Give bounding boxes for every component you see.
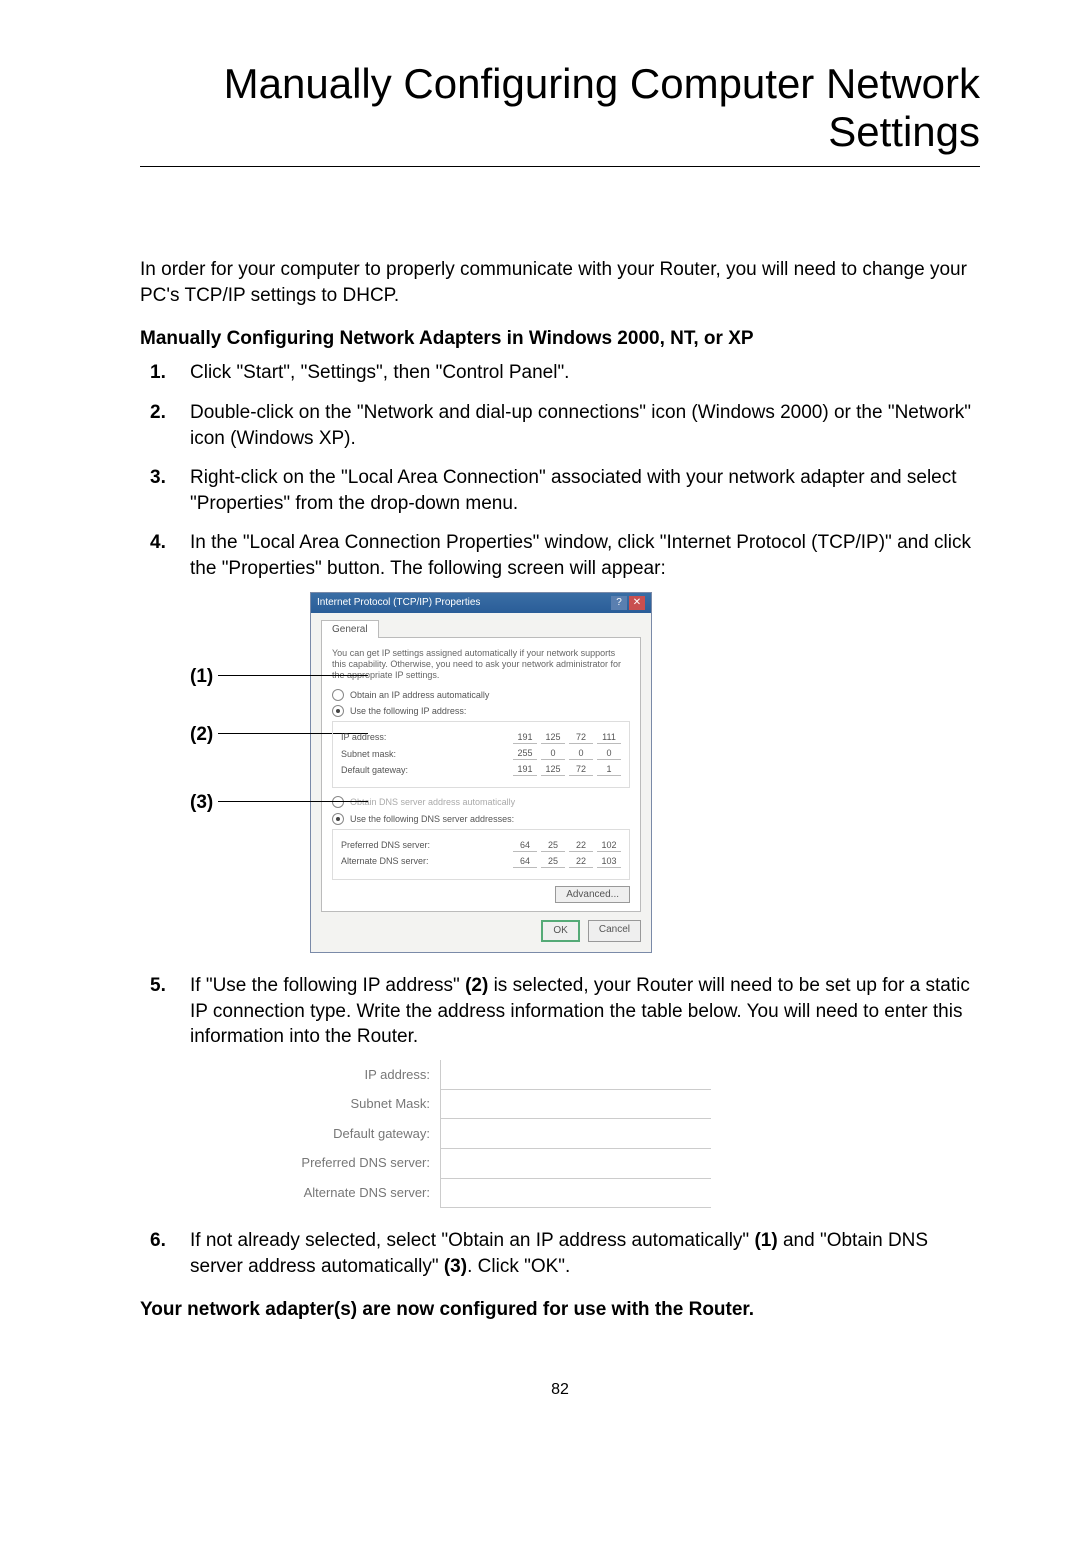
- radio-use-dns-label: Use the following DNS server addresses:: [350, 813, 514, 825]
- dns-group: Preferred DNS server: 64 25 22 102: [332, 829, 630, 880]
- table-row: Alternate DNS server:: [240, 1178, 711, 1208]
- preferred-dns-row-label: Preferred DNS server:: [240, 1148, 441, 1178]
- ip-address-input[interactable]: 191 125 72 111: [513, 731, 621, 744]
- tab-general[interactable]: General: [321, 620, 379, 639]
- table-row: IP address:: [240, 1060, 711, 1090]
- step-5-text-a: If "Use the following IP address": [190, 975, 465, 996]
- ip-address-row-label: IP address:: [240, 1060, 441, 1090]
- page-title: Manually Configuring Computer Network Se…: [140, 60, 980, 156]
- subnet-mask-input[interactable]: 255 0 0 0: [513, 747, 621, 760]
- advanced-button[interactable]: Advanced...: [555, 886, 630, 903]
- closing-statement: Your network adapter(s) are now configur…: [140, 1299, 980, 1321]
- step-5-ref: (2): [465, 975, 488, 996]
- callout-1: (1): [190, 664, 213, 690]
- step-4: In the "Local Area Connection Properties…: [140, 530, 980, 952]
- alternate-dns-row-input[interactable]: [441, 1178, 712, 1208]
- help-icon[interactable]: ?: [611, 596, 627, 610]
- step-6-ref-1: (1): [754, 1230, 777, 1251]
- radio-use-dns[interactable]: Use the following DNS server addresses:: [332, 813, 630, 825]
- step-5: If "Use the following IP address" (2) is…: [140, 973, 980, 1208]
- steps-list: Click "Start", "Settings", then "Control…: [140, 360, 980, 1279]
- table-row: Default gateway:: [240, 1119, 711, 1149]
- alternate-dns-label: Alternate DNS server:: [341, 855, 429, 867]
- gateway-label: Default gateway:: [341, 764, 408, 776]
- radio-obtain-ip-label: Obtain an IP address automatically: [350, 689, 489, 701]
- ip-entry-table: IP address: Subnet Mask: Default gateway…: [240, 1060, 711, 1208]
- section-subheading: Manually Configuring Network Adapters in…: [140, 328, 980, 350]
- radio-icon: [332, 705, 344, 717]
- radio-icon: [332, 796, 344, 808]
- step-1: Click "Start", "Settings", then "Control…: [140, 360, 980, 386]
- callout-2: (2): [190, 722, 213, 748]
- radio-use-ip[interactable]: Use the following IP address:: [332, 705, 630, 717]
- tcpip-properties-dialog: Internet Protocol (TCP/IP) Properties ? …: [310, 592, 652, 953]
- radio-obtain-ip[interactable]: Obtain an IP address automatically: [332, 689, 630, 701]
- radio-icon: [332, 689, 344, 701]
- ip-group: IP address: 191 125 72 111 Sub: [332, 721, 630, 788]
- subnet-mask-label: Subnet mask:: [341, 748, 396, 760]
- radio-obtain-dns-label: Obtain DNS server address automatically: [350, 796, 515, 808]
- table-row: Preferred DNS server:: [240, 1148, 711, 1178]
- title-rule: [140, 166, 980, 167]
- callout-3-line: [218, 801, 368, 802]
- radio-obtain-dns: Obtain DNS server address automatically: [332, 796, 630, 808]
- subnet-mask-row-input[interactable]: [441, 1089, 712, 1119]
- step-6-text-e: . Click "OK".: [467, 1256, 570, 1277]
- step-6-ref-3: (3): [444, 1256, 467, 1277]
- radio-use-ip-label: Use the following IP address:: [350, 705, 466, 717]
- alternate-dns-input[interactable]: 64 25 22 103: [513, 855, 621, 868]
- radio-icon: [332, 813, 344, 825]
- dialog-title: Internet Protocol (TCP/IP) Properties: [317, 596, 480, 610]
- preferred-dns-label: Preferred DNS server:: [341, 839, 430, 851]
- screenshot-figure: (1) (2) (3) Internet Protocol (TCP/IP) P…: [190, 592, 980, 953]
- ok-button[interactable]: OK: [541, 920, 579, 942]
- callout-3: (3): [190, 790, 213, 816]
- preferred-dns-input[interactable]: 64 25 22 102: [513, 839, 621, 852]
- dialog-titlebar: Internet Protocol (TCP/IP) Properties ? …: [311, 593, 651, 613]
- close-icon[interactable]: ✕: [629, 596, 645, 610]
- callout-1-line: [218, 675, 368, 676]
- table-row: Subnet Mask:: [240, 1089, 711, 1119]
- step-2: Double-click on the "Network and dial-up…: [140, 400, 980, 451]
- ip-address-label: IP address:: [341, 731, 386, 743]
- step-3: Right-click on the "Local Area Connectio…: [140, 465, 980, 516]
- step-4-text: In the "Local Area Connection Properties…: [190, 532, 971, 579]
- dialog-description: You can get IP settings assigned automat…: [332, 648, 630, 680]
- step-6: If not already selected, select "Obtain …: [140, 1228, 980, 1279]
- gateway-input[interactable]: 191 125 72 1: [513, 763, 621, 776]
- ip-address-row-input[interactable]: [441, 1060, 712, 1090]
- cancel-button[interactable]: Cancel: [588, 920, 641, 942]
- subnet-mask-row-label: Subnet Mask:: [240, 1089, 441, 1119]
- gateway-row-label: Default gateway:: [240, 1119, 441, 1149]
- gateway-row-input[interactable]: [441, 1119, 712, 1149]
- alternate-dns-row-label: Alternate DNS server:: [240, 1178, 441, 1208]
- intro-paragraph: In order for your computer to properly c…: [140, 257, 980, 308]
- page-number: 82: [140, 1381, 980, 1399]
- step-6-text-a: If not already selected, select "Obtain …: [190, 1230, 754, 1251]
- preferred-dns-row-input[interactable]: [441, 1148, 712, 1178]
